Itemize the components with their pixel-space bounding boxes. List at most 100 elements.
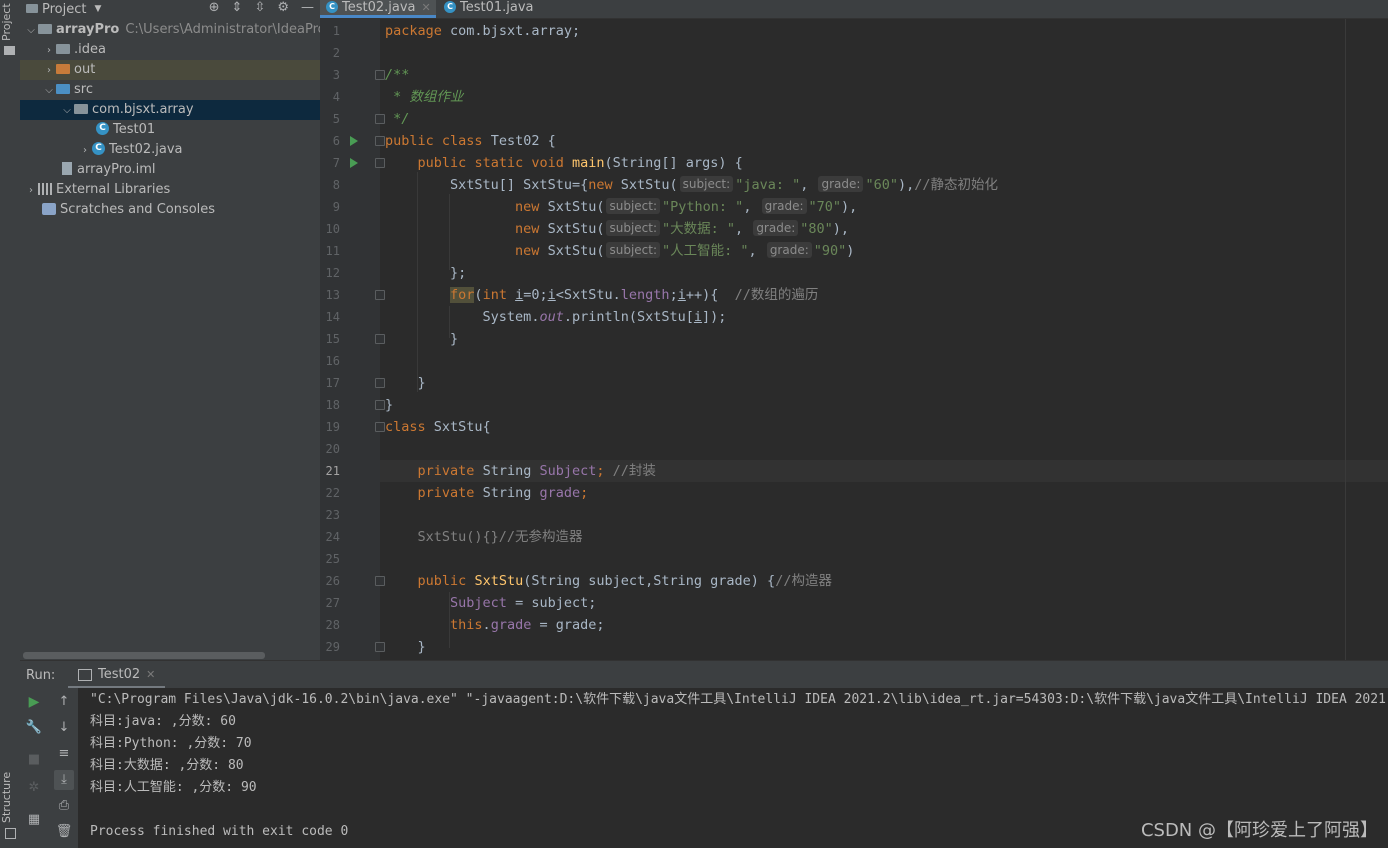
layout-icon[interactable]: ▦: [24, 810, 44, 830]
line-number: 19: [325, 420, 340, 434]
param-hint: subject:: [606, 198, 661, 214]
run-toolbar: ▶ 🔧 ■ ✲ ▦ ↑ ↓ ≡ ⤓ ⎙ 🗑: [20, 688, 78, 848]
tree-item-test01[interactable]: C Test01: [20, 120, 320, 140]
tree-item-src[interactable]: ⌵ src: [20, 80, 320, 100]
code-line-12: };: [450, 265, 467, 281]
fold-icon[interactable]: [375, 114, 385, 124]
tree-item-path: C:\Users\Administrator\IdeaProjec: [125, 22, 320, 37]
fold-icon[interactable]: [375, 334, 385, 344]
code-line-24: SxtStu(){}//无参构造器: [417, 529, 583, 545]
tree-item-arraypro[interactable]: ⌵ arrayPro C:\Users\Administrator\IdeaProj…: [20, 20, 320, 40]
expand-all-icon[interactable]: ⇕: [232, 0, 243, 15]
line-number: 28: [325, 618, 340, 632]
locate-icon[interactable]: ⊕: [209, 0, 220, 15]
fold-icon[interactable]: [375, 158, 385, 168]
tree-item-external-libraries[interactable]: › External Libraries: [20, 180, 320, 200]
run-tab-test02[interactable]: Test02 ✕: [68, 661, 166, 689]
fold-icon[interactable]: [375, 642, 385, 652]
code-line-5: */: [385, 111, 410, 127]
code-line-28: this.grade = grade;: [450, 617, 605, 633]
tree-item-package[interactable]: ⌵ com.bjsxt.array: [20, 100, 320, 120]
stop-icon[interactable]: ■: [24, 750, 44, 770]
console-line: 科目:人工智能: ,分数: 90: [90, 780, 257, 795]
param-hint: grade:: [766, 242, 812, 258]
chevron-right-icon[interactable]: ›: [42, 61, 56, 81]
param-hint: grade:: [753, 220, 799, 236]
trash-icon[interactable]: 🗑: [54, 822, 74, 842]
scroll-to-end-icon[interactable]: ⤓: [54, 770, 74, 790]
tree-item-idea[interactable]: › .idea: [20, 40, 320, 60]
tree-item-scratches[interactable]: Scratches and Consoles: [20, 200, 320, 220]
fold-icon[interactable]: [375, 400, 385, 410]
fold-icon[interactable]: [375, 290, 385, 300]
code-line-21: private String Subject; //封装: [417, 463, 656, 479]
fold-icon[interactable]: [375, 378, 385, 388]
fold-icon[interactable]: [375, 136, 385, 146]
tree-item-label: src: [74, 82, 93, 97]
chevron-right-icon[interactable]: ›: [78, 141, 92, 161]
line-number: 4: [332, 90, 340, 104]
fold-icon[interactable]: [375, 422, 385, 432]
folder-icon: [38, 23, 52, 34]
line-number: 14: [325, 310, 340, 324]
print-icon[interactable]: ⎙: [54, 796, 74, 816]
code-line-7: public static void main(String[] args) {: [417, 155, 743, 171]
collapse-all-icon[interactable]: ⇳: [254, 0, 265, 15]
line-number: 17: [325, 376, 340, 390]
fold-icon[interactable]: [375, 70, 385, 80]
tree-item-out[interactable]: › out: [20, 60, 320, 80]
tab-test02-java[interactable]: C Test02.java ✕: [320, 0, 436, 18]
line-number: 22: [325, 486, 340, 500]
line-number: 13: [325, 288, 340, 302]
line-number: 7: [332, 156, 340, 170]
scratches-icon: [42, 202, 56, 215]
chevron-down-icon[interactable]: ⌵: [60, 101, 74, 121]
tree-item-iml[interactable]: arrayPro.iml: [20, 160, 320, 180]
class-icon: C: [326, 0, 338, 13]
tree-item-label: External Libraries: [56, 182, 171, 197]
line-number: 1: [332, 24, 340, 38]
close-icon[interactable]: ✕: [146, 668, 155, 681]
run-tab-label: Test02: [98, 667, 141, 682]
arrow-down-icon[interactable]: ↓: [54, 718, 74, 738]
tab-test01-java[interactable]: C Test01.java: [438, 0, 544, 18]
arrow-up-icon[interactable]: ↑: [54, 692, 74, 712]
gear-icon[interactable]: ⚙: [277, 0, 289, 15]
horizontal-scrollbar[interactable]: [23, 652, 265, 659]
structure-icon: [5, 828, 16, 839]
line-number: 8: [332, 178, 340, 192]
chevron-down-icon[interactable]: ▼: [94, 4, 101, 14]
code-line-11: new SxtStu(subject: "人工智能: ", grade: "90"): [515, 242, 855, 259]
code-line-10: new SxtStu(subject: "大数据: ", grade: "80"),: [515, 220, 850, 237]
structure-tool-tab[interactable]: Structure: [0, 770, 20, 825]
console-icon: [78, 668, 92, 681]
chevron-down-icon[interactable]: ⌵: [24, 21, 38, 41]
run-panel-label: Run:: [26, 668, 56, 683]
line-number: 18: [325, 398, 340, 412]
code-line-22: private String grade;: [417, 485, 589, 501]
wrench-icon[interactable]: 🔧: [24, 718, 44, 738]
run-class-icon[interactable]: [350, 136, 358, 146]
project-tool-tab[interactable]: Project: [0, 2, 20, 42]
console-line: Process finished with exit code 0: [90, 824, 349, 839]
code-editor[interactable]: [380, 19, 1388, 660]
folder-icon: [56, 83, 70, 94]
minimize-icon[interactable]: —: [301, 0, 314, 15]
tree-item-test02[interactable]: › C Test02.java: [20, 140, 320, 160]
line-number: 11: [325, 244, 340, 258]
rerun-icon[interactable]: ▶: [24, 692, 44, 712]
chevron-down-icon[interactable]: ⌵: [42, 81, 56, 101]
close-icon[interactable]: ✕: [422, 1, 431, 14]
folder-icon: [26, 3, 38, 13]
param-hint: subject:: [679, 176, 734, 192]
soft-wrap-icon[interactable]: ≡: [54, 744, 74, 764]
run-main-icon[interactable]: [350, 158, 358, 168]
code-line-18: }: [385, 397, 394, 413]
chevron-right-icon[interactable]: ›: [24, 181, 38, 201]
project-panel-title[interactable]: Project: [42, 2, 86, 17]
chevron-right-icon[interactable]: ›: [42, 41, 56, 61]
debug-icon[interactable]: ✲: [24, 778, 44, 798]
fold-icon[interactable]: [375, 576, 385, 586]
folder-icon: [56, 43, 70, 54]
run-panel-header: Run: Test02 ✕: [20, 660, 1388, 689]
